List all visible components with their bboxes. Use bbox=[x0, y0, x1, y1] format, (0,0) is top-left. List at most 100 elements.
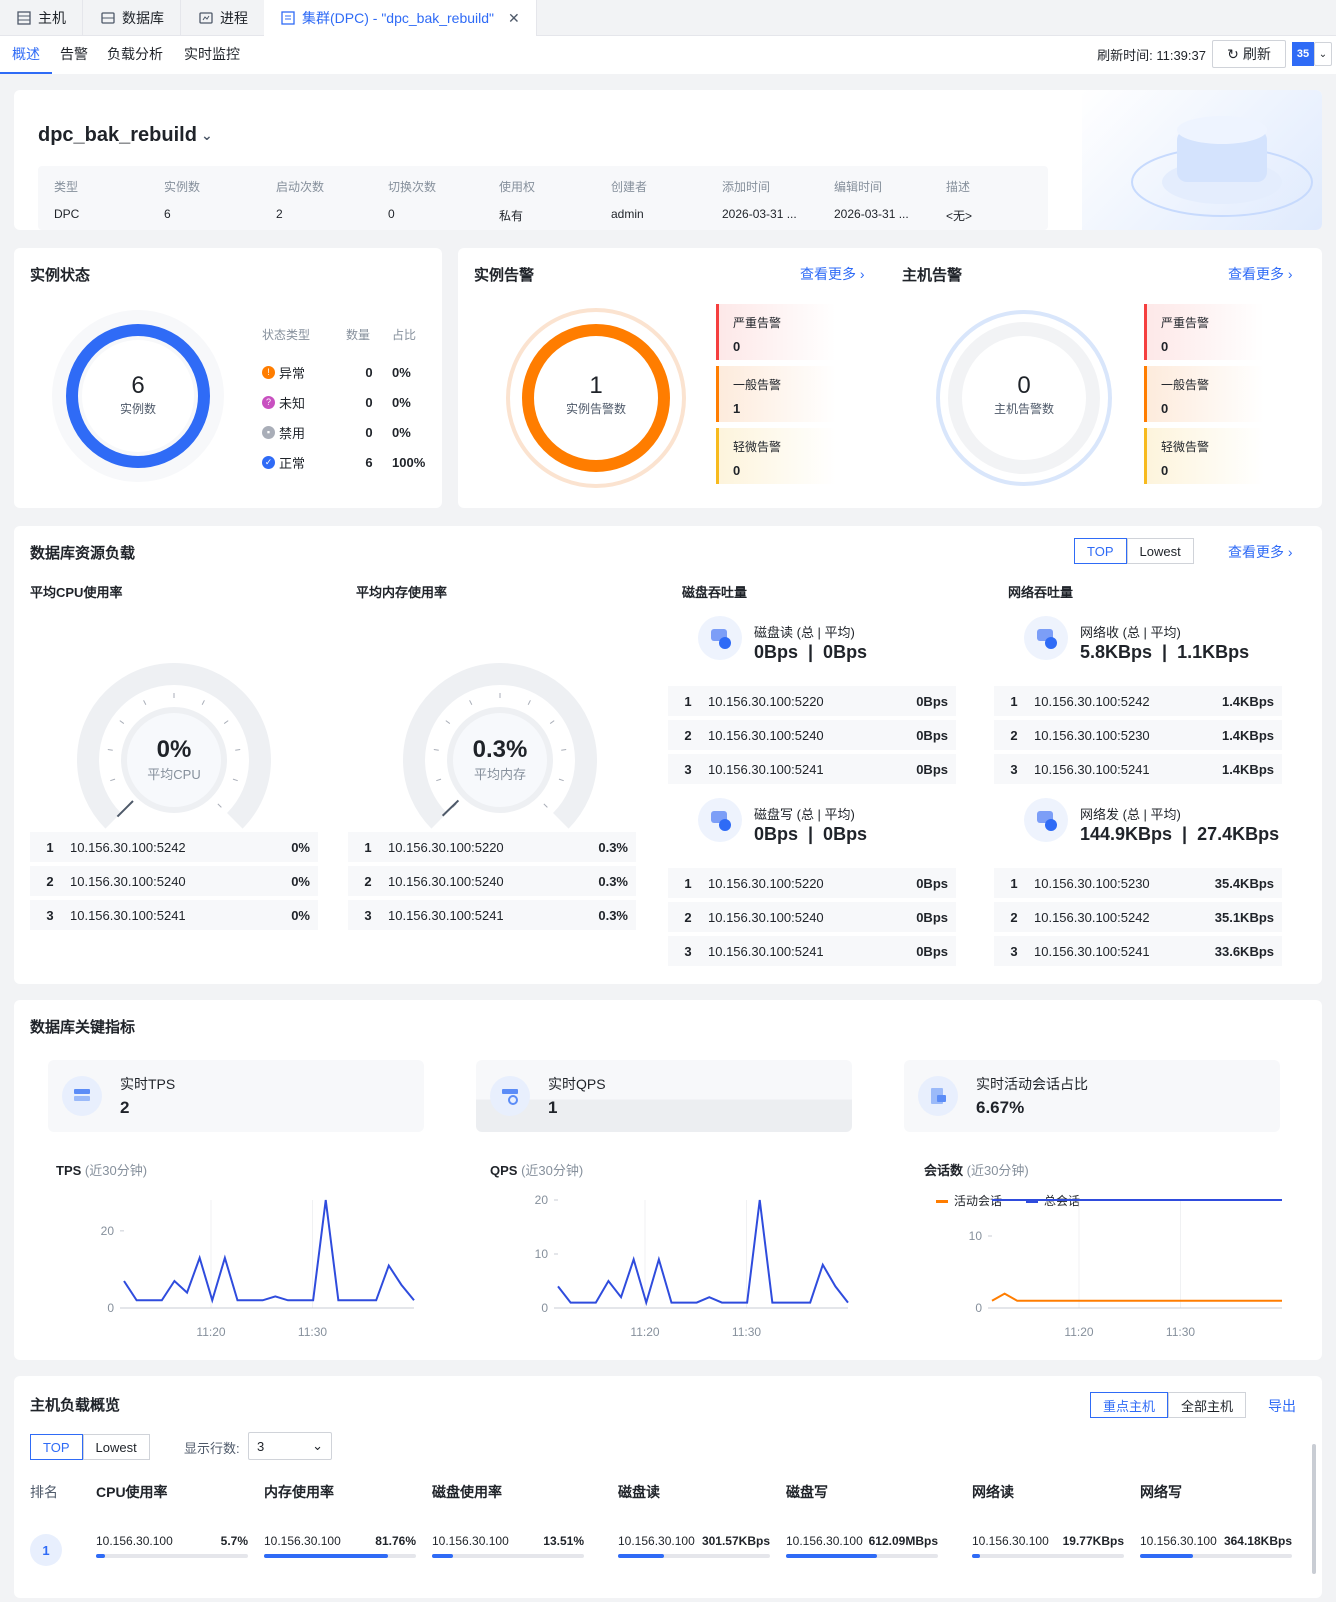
tab-database[interactable]: 数据库 bbox=[84, 0, 181, 36]
ranking-row[interactable]: 3 10.156.30.100:5241 0Bps bbox=[668, 936, 956, 966]
status-pct: 0% bbox=[392, 424, 411, 440]
info-usage: 使用权 私有 bbox=[499, 180, 536, 223]
throughput-value: 5.8KBps | 1.1KBps bbox=[1080, 642, 1250, 662]
tab-cluster[interactable]: 集群(DPC) - "dpc_bak_rebuild" ✕ bbox=[264, 0, 537, 36]
instance-address: 10.156.30.100:5242 bbox=[1034, 693, 1150, 709]
subtab-realtime-monitor[interactable]: 实时监控 bbox=[184, 44, 240, 74]
ranking-row[interactable]: 2 10.156.30.100:5240 0.3% bbox=[348, 866, 636, 896]
refresh-area: 刷新时间: 11:39:37 ↻ 刷新 35 ⌄ bbox=[1097, 40, 1332, 68]
subtab-overview[interactable]: 概述 bbox=[0, 44, 52, 74]
toggle-top[interactable]: TOP bbox=[30, 1434, 83, 1460]
ranking-row[interactable]: 3 10.156.30.100:5241 0.3% bbox=[348, 900, 636, 930]
rank: 1 bbox=[1010, 875, 1018, 891]
subtab-alerts[interactable]: 告警 bbox=[60, 44, 88, 74]
instance-count-box: 6 实例数 bbox=[50, 372, 226, 417]
db-load-title: 数据库资源负载 bbox=[30, 545, 136, 562]
ranking-row[interactable]: 1 10.156.30.100:5230 35.4KBps bbox=[994, 868, 1282, 898]
ranking-row[interactable]: 3 10.156.30.100:5241 0Bps bbox=[668, 754, 956, 784]
ranking-row[interactable]: 2 10.156.30.100:5240 0Bps bbox=[668, 902, 956, 932]
subtab-load-analysis[interactable]: 负载分析 bbox=[107, 44, 163, 74]
instance-count-label: 实例数 bbox=[119, 402, 156, 416]
metric-bar bbox=[786, 1554, 938, 1558]
toggle-top[interactable]: TOP bbox=[1074, 538, 1127, 564]
instance-address: 10.156.30.100:5241 bbox=[1034, 943, 1150, 959]
host-metric-cell[interactable]: 10.156.30.100 612.09MBps bbox=[786, 1534, 938, 1560]
ranking-row[interactable]: 1 10.156.30.100:5220 0Bps bbox=[668, 686, 956, 716]
host-metric-value: 301.57KBps bbox=[701, 1534, 770, 1548]
instance-address: 10.156.30.100:5241 bbox=[388, 907, 504, 923]
tab-host[interactable]: 主机 bbox=[0, 0, 83, 36]
info-starts: 启动次数 2 bbox=[276, 180, 325, 221]
metric-value: 0Bps bbox=[916, 693, 948, 709]
host-col-header[interactable]: 磁盘写 bbox=[786, 1482, 828, 1502]
instance-alert-more-link[interactable]: 查看更多 › bbox=[800, 264, 865, 284]
host-metric-cell[interactable]: 10.156.30.100 301.57KBps bbox=[618, 1534, 770, 1560]
ranking-row[interactable]: 1 10.156.30.100:5220 0.3% bbox=[348, 832, 636, 862]
ranking-row[interactable]: 3 10.156.30.100:5241 33.6KBps bbox=[994, 936, 1282, 966]
host-alert-general[interactable]: 一般告警 0 bbox=[1144, 366, 1264, 422]
status-count: 0 bbox=[365, 394, 373, 410]
toggle-key-hosts[interactable]: 重点主机 bbox=[1090, 1392, 1169, 1418]
close-icon[interactable]: ✕ bbox=[508, 10, 520, 27]
info-edited: 编辑时间 2026-03-31 ... bbox=[834, 180, 909, 221]
ranking-row[interactable]: 2 10.156.30.100:5240 0Bps bbox=[668, 720, 956, 750]
ranking-row[interactable]: 3 10.156.30.100:5241 1.4KBps bbox=[994, 754, 1282, 784]
host-col-header[interactable]: 内存使用率 bbox=[264, 1482, 334, 1502]
rank: 1 bbox=[684, 875, 692, 891]
session-chart: 0 10 11:20 11:30 bbox=[969, 1199, 1282, 1339]
host-ip: 10.156.30.100 bbox=[786, 1534, 863, 1548]
interval-select[interactable]: 35 ⌄ bbox=[1292, 42, 1332, 66]
tab-label: 主机 bbox=[38, 10, 66, 26]
instance-alert-minor[interactable]: 轻微告警 0 bbox=[716, 428, 836, 484]
toggle-all-hosts[interactable]: 全部主机 bbox=[1168, 1392, 1247, 1418]
metric-value: 33.6KBps bbox=[1214, 943, 1274, 959]
server-icon bbox=[17, 11, 31, 25]
instance-status-title: 实例状态 bbox=[30, 267, 91, 284]
instance-alert-general[interactable]: 一般告警 1 bbox=[716, 366, 836, 422]
ranking-row[interactable]: 3 10.156.30.100:5241 0% bbox=[30, 900, 318, 930]
instance-alert-critical[interactable]: 严重告警 0 bbox=[716, 304, 836, 360]
host-metric-cell[interactable]: 10.156.30.100 81.76% bbox=[264, 1534, 416, 1560]
host-metric-cell[interactable]: 10.156.30.100 364.18KBps bbox=[1140, 1534, 1292, 1560]
host-col-header[interactable]: 网络读 bbox=[972, 1482, 1014, 1502]
db-load-more-link[interactable]: 查看更多 › bbox=[1228, 542, 1293, 562]
status-row: ▪ 禁用 0 0% bbox=[262, 417, 425, 447]
host-col-header[interactable]: CPU使用率 bbox=[96, 1482, 168, 1502]
host-col-header[interactable]: 磁盘使用率 bbox=[432, 1482, 502, 1502]
host-metric-cell[interactable]: 10.156.30.100 5.7% bbox=[96, 1534, 248, 1560]
ranking-row[interactable]: 1 10.156.30.100:5242 0% bbox=[30, 832, 318, 862]
rows-select[interactable]: 3 ⌄ bbox=[248, 1432, 332, 1460]
refresh-button-label: 刷新 bbox=[1242, 46, 1271, 62]
toggle-lowest[interactable]: Lowest bbox=[1126, 538, 1194, 564]
toggle-lowest[interactable]: Lowest bbox=[82, 1434, 150, 1460]
refresh-button[interactable]: ↻ 刷新 bbox=[1212, 40, 1286, 68]
disk-write-icon bbox=[698, 798, 742, 842]
host-alert-minor[interactable]: 轻微告警 0 bbox=[1144, 428, 1264, 484]
host-col-header[interactable]: 网络写 bbox=[1140, 1482, 1182, 1502]
host-alert-critical[interactable]: 严重告警 0 bbox=[1144, 304, 1264, 360]
tps-icon bbox=[62, 1076, 102, 1116]
scrollbar[interactable] bbox=[1312, 1444, 1316, 1574]
export-link[interactable]: 导出 bbox=[1268, 1396, 1296, 1416]
instance-address: 10.156.30.100:5242 bbox=[70, 839, 186, 855]
host-metric-cell[interactable]: 10.156.30.100 19.77KBps bbox=[972, 1534, 1124, 1560]
interval-value: 35 bbox=[1292, 42, 1314, 66]
host-col-header[interactable]: 磁盘读 bbox=[618, 1482, 660, 1502]
ranking-row[interactable]: 2 10.156.30.100:5230 1.4KBps bbox=[994, 720, 1282, 750]
kpi-tps-label: 实时TPS bbox=[120, 1076, 176, 1092]
metric-bar bbox=[96, 1554, 248, 1558]
chevron-down-icon[interactable]: ⌄ bbox=[1314, 42, 1332, 66]
metric-bar bbox=[264, 1554, 416, 1558]
host-alert-more-link[interactable]: 查看更多 › bbox=[1228, 264, 1293, 284]
throughput-label: 网络发 (总 | 平均) bbox=[1080, 807, 1181, 822]
ranking-row[interactable]: 1 10.156.30.100:5220 0Bps bbox=[668, 868, 956, 898]
info-type: 类型 DPC bbox=[54, 180, 80, 221]
cluster-name[interactable]: dpc_bak_rebuild ⌄ bbox=[38, 124, 213, 147]
tab-process[interactable]: 进程 bbox=[182, 0, 265, 36]
y-tick-label: 10 bbox=[535, 1247, 549, 1261]
ranking-row[interactable]: 2 10.156.30.100:5240 0% bbox=[30, 866, 318, 896]
ranking-row[interactable]: 1 10.156.30.100:5242 1.4KBps bbox=[994, 686, 1282, 716]
ranking-row[interactable]: 2 10.156.30.100:5242 35.1KBps bbox=[994, 902, 1282, 932]
host-metric-cell[interactable]: 10.156.30.100 13.51% bbox=[432, 1534, 584, 1560]
kpi-qps: 实时QPS 1 bbox=[476, 1060, 852, 1132]
